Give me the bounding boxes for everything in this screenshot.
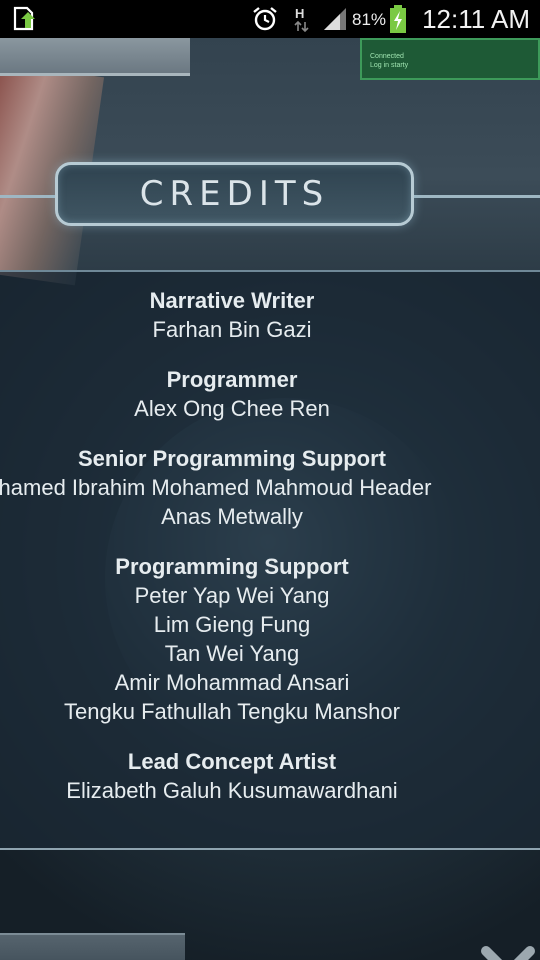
header-line-left: [0, 195, 58, 198]
signal-icon: [322, 0, 348, 38]
panel-line-2: Log in starty: [370, 62, 409, 69]
upload-notification-icon: [12, 0, 40, 38]
credit-section: Programming Support Peter Yap Wei Yang L…: [0, 552, 464, 726]
network-h-icon: H: [292, 0, 312, 38]
credit-role: Programming Support: [115, 554, 349, 579]
credit-name: Tengku Fathullah Tengku Manshor: [64, 699, 400, 724]
credit-name: Lim Gieng Fung: [153, 612, 311, 637]
credit-role: Senior Programming Support: [77, 446, 387, 471]
credit-name: Tan Wei Yang: [164, 641, 300, 666]
credit-name: Anas Metwally: [161, 504, 303, 529]
credits-list: Narrative Writer Farhan Bin Gazi Program…: [0, 286, 464, 826]
divider-bottom: [0, 848, 540, 850]
header-line-right: [413, 195, 540, 198]
credit-role: Programmer: [166, 367, 298, 392]
credit-name: Alex Ong Chee Ren: [134, 396, 330, 421]
battery-percent: 81%: [352, 10, 387, 29]
top-left-panel: [0, 38, 190, 76]
status-bar: H 81% 12:11 AM: [0, 0, 540, 38]
credits-screen: Connected Log in starty CREDITS Narrativ…: [0, 38, 540, 960]
divider-top: [0, 270, 540, 272]
bottom-panel: [0, 933, 185, 960]
credit-role: Narrative Writer: [149, 288, 315, 313]
alarm-icon: [251, 0, 279, 38]
credit-section: Programmer Alex Ong Chee Ren: [0, 365, 464, 423]
battery-charging-icon: [389, 0, 407, 38]
credit-name: hamed Ibrahim Mohamed Mahmoud Header: [0, 475, 432, 500]
panel-line-1: Connected: [370, 53, 404, 60]
credits-title: CREDITS: [139, 174, 330, 214]
credit-name: Amir Mohammad Ansari: [114, 670, 350, 695]
clock: 12:11 AM: [422, 3, 530, 34]
top-right-panel: Connected Log in starty: [360, 38, 540, 80]
credit-name: Elizabeth Galuh Kusumawardhani: [66, 778, 398, 803]
credits-title-box: CREDITS: [55, 162, 414, 226]
credit-section: Lead Concept Artist Elizabeth Galuh Kusu…: [0, 747, 464, 805]
close-icon[interactable]: [478, 943, 538, 960]
credit-role: Lead Concept Artist: [127, 749, 337, 774]
credit-section: Senior Programming Support hamed Ibrahim…: [0, 444, 464, 531]
credit-name: Farhan Bin Gazi: [152, 317, 312, 342]
network-type-label: H: [295, 6, 304, 21]
credit-name: Peter Yap Wei Yang: [134, 583, 330, 608]
credit-section: Narrative Writer Farhan Bin Gazi: [0, 286, 464, 344]
